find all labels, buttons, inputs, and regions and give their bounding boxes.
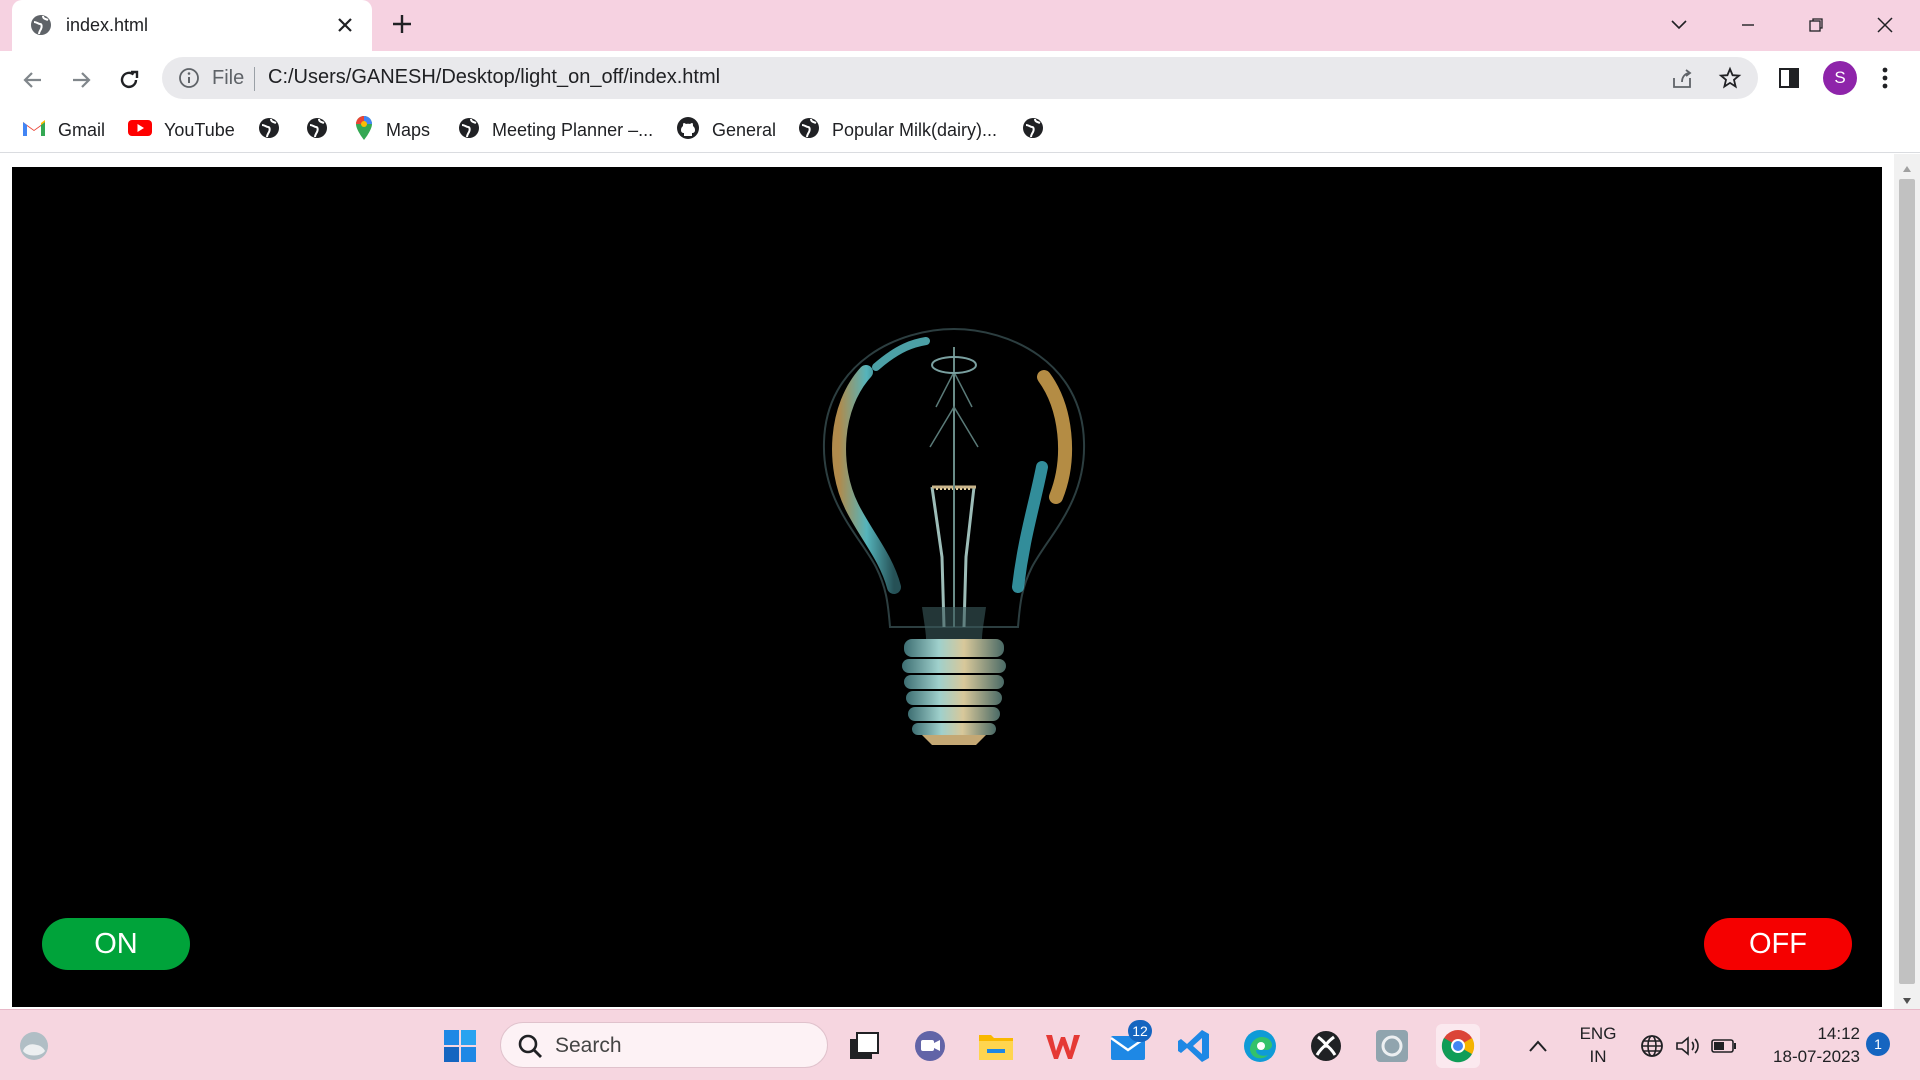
app-icon[interactable] xyxy=(1370,1024,1414,1068)
scroll-down-icon[interactable] xyxy=(1902,992,1912,1010)
teams-chat-icon[interactable] xyxy=(908,1024,952,1068)
tab-strip: index.html xyxy=(0,0,1920,51)
bookmark-globe-3[interactable] xyxy=(1022,115,1044,145)
browser-toolbar: File C:/Users/GANESH/Desktop/light_on_of… xyxy=(0,51,1920,107)
xbox-icon[interactable] xyxy=(1304,1024,1348,1068)
notification-badge[interactable]: 1 xyxy=(1866,1032,1890,1056)
task-view-icon[interactable] xyxy=(842,1024,886,1068)
clock-date[interactable]: 18-07-2023 xyxy=(1750,1047,1860,1067)
light-bulb-image xyxy=(822,327,1086,745)
more-menu-icon[interactable] xyxy=(1868,61,1902,95)
language-bottom[interactable]: IN xyxy=(1578,1047,1618,1067)
bookmark-label: Popular Milk(dairy)... xyxy=(832,119,998,140)
active-tab[interactable]: index.html xyxy=(12,0,372,51)
youtube-icon xyxy=(128,119,152,142)
back-button[interactable] xyxy=(16,63,50,97)
bookmark-maps[interactable]: Maps xyxy=(354,115,430,145)
bookmark-gmail[interactable]: Gmail xyxy=(22,115,105,145)
taskbar: Search 12 ENG IN 14:12 18-07-2023 1 xyxy=(0,1009,1920,1080)
weather-icon[interactable] xyxy=(12,1024,56,1068)
bookmark-meeting-planner[interactable]: Meeting Planner –... xyxy=(458,115,653,145)
search-placeholder: Search xyxy=(555,1034,622,1057)
side-panel-icon[interactable] xyxy=(1772,61,1806,95)
address-bar[interactable]: File C:/Users/GANESH/Desktop/light_on_of… xyxy=(162,57,1758,99)
globe-icon xyxy=(798,117,820,144)
vscode-icon[interactable] xyxy=(1172,1024,1216,1068)
globe-icon xyxy=(258,117,280,144)
reload-button[interactable] xyxy=(112,63,146,97)
bookmark-globe-1[interactable] xyxy=(258,115,280,145)
edge-icon[interactable] xyxy=(1238,1024,1282,1068)
profile-avatar[interactable]: S xyxy=(1823,61,1857,95)
on-button[interactable]: ON xyxy=(42,918,190,970)
bookmark-youtube[interactable]: YouTube xyxy=(128,115,235,145)
bookmark-label: YouTube xyxy=(164,119,235,140)
url-separator xyxy=(254,67,255,91)
start-icon[interactable] xyxy=(438,1024,482,1068)
off-button[interactable]: OFF xyxy=(1704,918,1852,970)
gmail-icon xyxy=(22,119,46,142)
globe-icon xyxy=(306,117,328,144)
page-viewport: ON OFF xyxy=(0,154,1920,1009)
language-top[interactable]: ENG xyxy=(1578,1024,1618,1044)
search-icon xyxy=(517,1033,543,1064)
taskbar-search[interactable]: Search xyxy=(500,1022,828,1068)
close-window-button[interactable] xyxy=(1870,10,1900,40)
vertical-scrollbar[interactable] xyxy=(1894,154,1920,1009)
mail-badge: 12 xyxy=(1128,1020,1152,1042)
wps-office-icon[interactable] xyxy=(1040,1024,1084,1068)
maps-icon xyxy=(354,115,374,146)
new-tab-button[interactable] xyxy=(390,12,414,41)
bookmarks-bar: Gmail YouTube Maps Meeting Planner –... … xyxy=(0,107,1920,153)
bookmark-label: Maps xyxy=(386,119,431,140)
minimize-button[interactable] xyxy=(1733,10,1763,40)
globe-icon xyxy=(30,14,52,41)
bookmark-label: General xyxy=(712,119,777,140)
bookmark-label: Gmail xyxy=(58,119,106,140)
scrollbar-thumb[interactable] xyxy=(1899,179,1915,984)
bookmark-star-icon[interactable] xyxy=(1718,66,1742,95)
forward-button[interactable] xyxy=(64,63,98,97)
bookmark-popular-milk[interactable]: Popular Milk(dairy)... xyxy=(798,115,997,145)
globe-icon xyxy=(458,117,480,144)
clock-time[interactable]: 14:12 xyxy=(1760,1024,1860,1044)
chrome-icon[interactable] xyxy=(1436,1024,1480,1068)
chevron-up-icon[interactable] xyxy=(1516,1024,1560,1068)
bookmark-general[interactable]: General xyxy=(676,115,776,145)
globe-icon xyxy=(1022,117,1044,144)
bookmark-globe-2[interactable] xyxy=(306,115,328,145)
share-icon[interactable] xyxy=(1670,67,1694,96)
scroll-up-icon[interactable] xyxy=(1902,160,1912,178)
tab-search-chevron-icon[interactable] xyxy=(1664,10,1694,40)
file-explorer-icon[interactable] xyxy=(974,1024,1018,1068)
url-text[interactable]: C:/Users/GANESH/Desktop/light_on_off/ind… xyxy=(268,66,720,89)
light-stage: ON OFF xyxy=(12,167,1882,1007)
github-icon xyxy=(676,116,700,145)
info-icon[interactable] xyxy=(178,67,200,94)
close-tab-icon[interactable] xyxy=(334,14,356,41)
battery-icon[interactable] xyxy=(1702,1024,1746,1068)
bookmark-label: Meeting Planner –... xyxy=(492,119,654,140)
restore-button[interactable] xyxy=(1801,10,1831,40)
tab-title: index.html xyxy=(66,15,149,35)
url-scheme: File xyxy=(212,67,245,89)
